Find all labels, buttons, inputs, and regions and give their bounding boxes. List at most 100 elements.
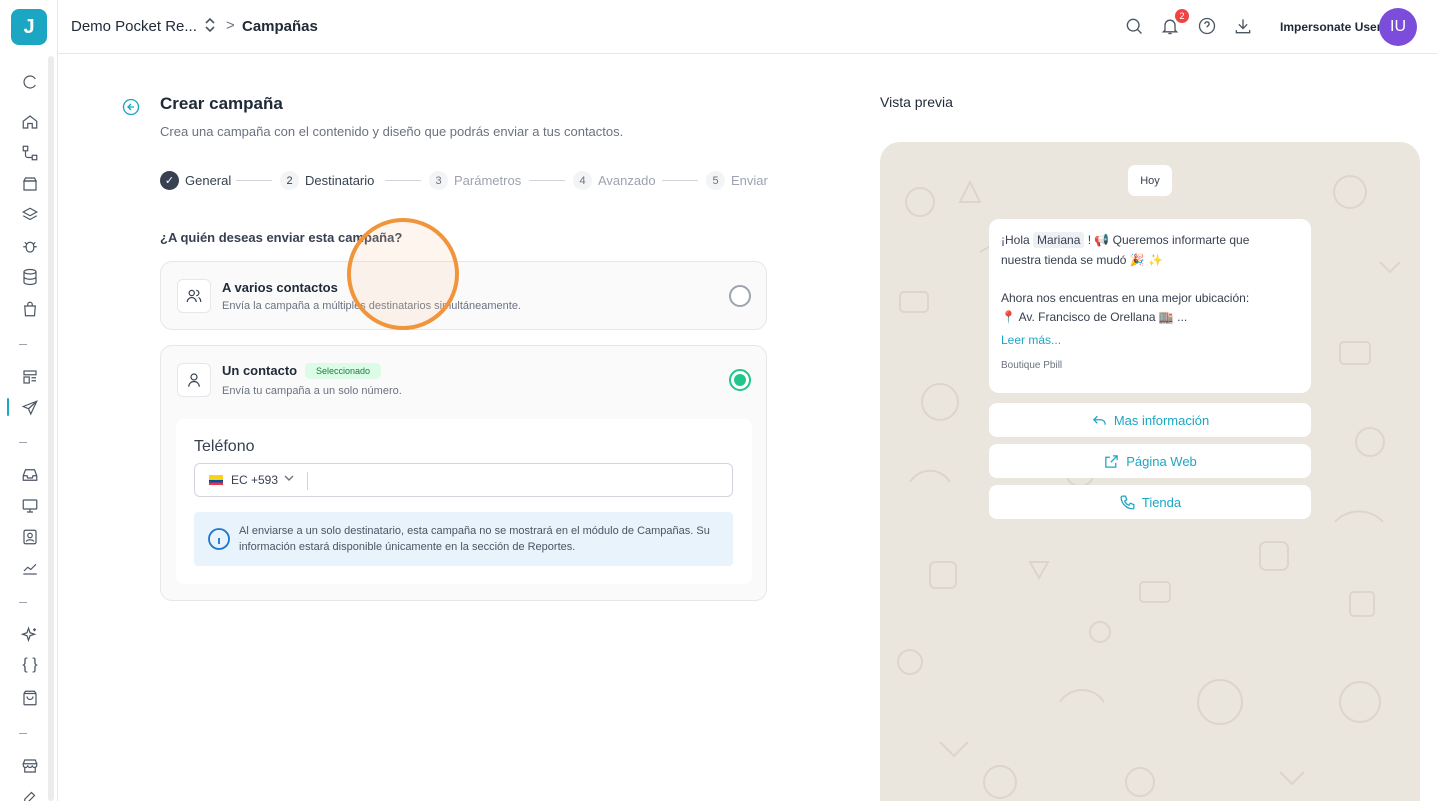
message-line-4: 📍 Av. Francisco de Orellana 🏬 ...: [1001, 310, 1188, 324]
step-number: 2: [280, 171, 299, 190]
message-line-1: ¡Hola Mariana ! 📢 Queremos informarte qu…: [1001, 232, 1250, 248]
info-icon: [207, 527, 231, 551]
step-check-icon: ✓: [160, 171, 179, 190]
app-logo[interactable]: J: [11, 9, 47, 45]
step-connector: [385, 180, 421, 181]
sidebar-active-indicator: [7, 398, 9, 416]
message-text: ¡Hola: [1001, 233, 1034, 247]
send-icon[interactable]: [19, 397, 41, 419]
store-bag-icon[interactable]: [19, 687, 41, 709]
step-number: 4: [573, 171, 592, 190]
bug-icon[interactable]: [19, 235, 41, 257]
message-line-2: nuestra tienda se mudó 🎉 ✨: [1001, 253, 1163, 267]
sidebar-divider: [19, 344, 27, 345]
step-enviar[interactable]: 5 Enviar: [706, 171, 768, 190]
chart-icon[interactable]: [19, 557, 41, 579]
page-title: Crear campaña: [160, 94, 283, 113]
step-parametros[interactable]: 3 Parámetros: [429, 171, 521, 190]
input-divider: [307, 472, 308, 490]
sparkles-icon[interactable]: [19, 624, 41, 646]
step-label: Avanzado: [598, 173, 656, 188]
option-description: Envía tu campaña a un solo número.: [222, 385, 402, 397]
country-code-select[interactable]: EC +593: [231, 473, 278, 487]
home-icon[interactable]: [19, 111, 41, 133]
website-button[interactable]: Página Web: [989, 444, 1311, 478]
external-link-icon: [1105, 454, 1119, 468]
layers-icon[interactable]: [19, 204, 41, 226]
phone-input[interactable]: EC +593: [194, 463, 733, 497]
chevron-down-icon[interactable]: [283, 472, 295, 487]
refresh-icon[interactable]: [19, 71, 41, 93]
call-button[interactable]: Tienda: [989, 485, 1311, 519]
info-text: Al enviarse a un solo destinatario, esta…: [239, 525, 710, 553]
bag-icon[interactable]: [19, 298, 41, 320]
back-icon[interactable]: [122, 98, 140, 116]
breadcrumb-separator: >: [226, 17, 235, 34]
workspace-switch-icon[interactable]: [204, 16, 216, 37]
help-icon[interactable]: [1197, 16, 1219, 38]
phone-icon: [1120, 494, 1135, 510]
preview-chat: Hoy ¡Hola Mariana ! 📢 Queremos informart…: [880, 142, 1420, 801]
step-connector: [662, 180, 698, 181]
step-number: 5: [706, 171, 725, 190]
ecuador-flag-icon: [209, 475, 223, 485]
logo-letter: J: [23, 15, 35, 38]
message-line-3: Ahora nos encuentras en una mejor ubicac…: [1001, 291, 1250, 305]
read-more-link[interactable]: Leer más...: [1001, 333, 1061, 347]
preview-title: Vista previa: [880, 94, 953, 110]
step-general[interactable]: ✓ General: [160, 171, 231, 190]
button-label: Página Web: [1126, 453, 1197, 469]
step-destinatario[interactable]: 2 Destinatario: [280, 171, 374, 190]
notification-badge: 2: [1175, 9, 1189, 23]
step-connector: [529, 180, 565, 181]
step-label: Parámetros: [454, 173, 522, 188]
archive-icon[interactable]: [19, 173, 41, 195]
page-subtitle: Crea una campaña con el contenido y dise…: [160, 124, 624, 139]
braces-icon[interactable]: { }: [19, 656, 41, 674]
info-alert: Al enviarse a un solo destinatario, esta…: [194, 512, 733, 566]
button-label: Mas información: [1113, 412, 1210, 428]
sidebar-divider: [19, 733, 27, 734]
top-bar: Demo Pocket Re... > Campañas 2 Impersona…: [58, 0, 1437, 54]
database-icon[interactable]: [19, 266, 41, 288]
phone-label: Teléfono: [194, 438, 255, 455]
step-connector: [236, 180, 272, 181]
selected-badge: Seleccionado: [305, 363, 382, 379]
avatar-initials: IU: [1390, 18, 1406, 35]
option-multiple-contacts[interactable]: A varios contactos Envía la campaña a mú…: [160, 261, 767, 330]
store-icon[interactable]: [19, 755, 41, 777]
user-icon: [177, 363, 211, 397]
message-text: ! 📢 Queremos informarte que: [1084, 233, 1250, 247]
radio-multiple-contacts[interactable]: [729, 285, 751, 307]
step-avanzado[interactable]: 4 Avanzado: [573, 171, 656, 190]
inbox-icon[interactable]: [19, 464, 41, 486]
message-bubble: ¡Hola Mariana ! 📢 Queremos informarte qu…: [989, 219, 1311, 393]
step-label: General: [185, 173, 232, 188]
quick-reply-button[interactable]: Mas información: [989, 403, 1311, 437]
step-label: Destinatario: [305, 173, 375, 188]
date-chip: Hoy: [1128, 165, 1172, 196]
avatar[interactable]: IU: [1379, 8, 1417, 46]
click-indicator: [347, 218, 459, 330]
radio-single-contact[interactable]: [729, 369, 751, 391]
tool-icon[interactable]: [19, 786, 41, 801]
sidebar: J { }: [0, 0, 58, 801]
message-footer: Boutique Pbill: [1001, 360, 1063, 371]
layout-icon[interactable]: [19, 366, 41, 388]
option-title: A varios contactos: [222, 280, 338, 295]
monitor-icon[interactable]: [19, 495, 41, 517]
step-label: Enviar: [731, 173, 768, 188]
user-name[interactable]: Impersonate User: [1280, 20, 1381, 34]
flow-icon[interactable]: [19, 142, 41, 164]
button-label: Tienda: [1141, 494, 1182, 510]
sidebar-scrollbar[interactable]: [48, 56, 54, 801]
contact-icon[interactable]: [19, 526, 41, 548]
workspace-name[interactable]: Demo Pocket Re...: [71, 18, 197, 35]
reply-icon: [1092, 415, 1106, 425]
download-icon[interactable]: [1233, 16, 1255, 38]
users-icon: [177, 279, 211, 313]
option-title: Un contacto: [222, 363, 298, 378]
sidebar-divider: [19, 602, 27, 603]
contact-name-variable: Mariana: [1033, 232, 1085, 248]
search-icon[interactable]: [1124, 16, 1146, 38]
